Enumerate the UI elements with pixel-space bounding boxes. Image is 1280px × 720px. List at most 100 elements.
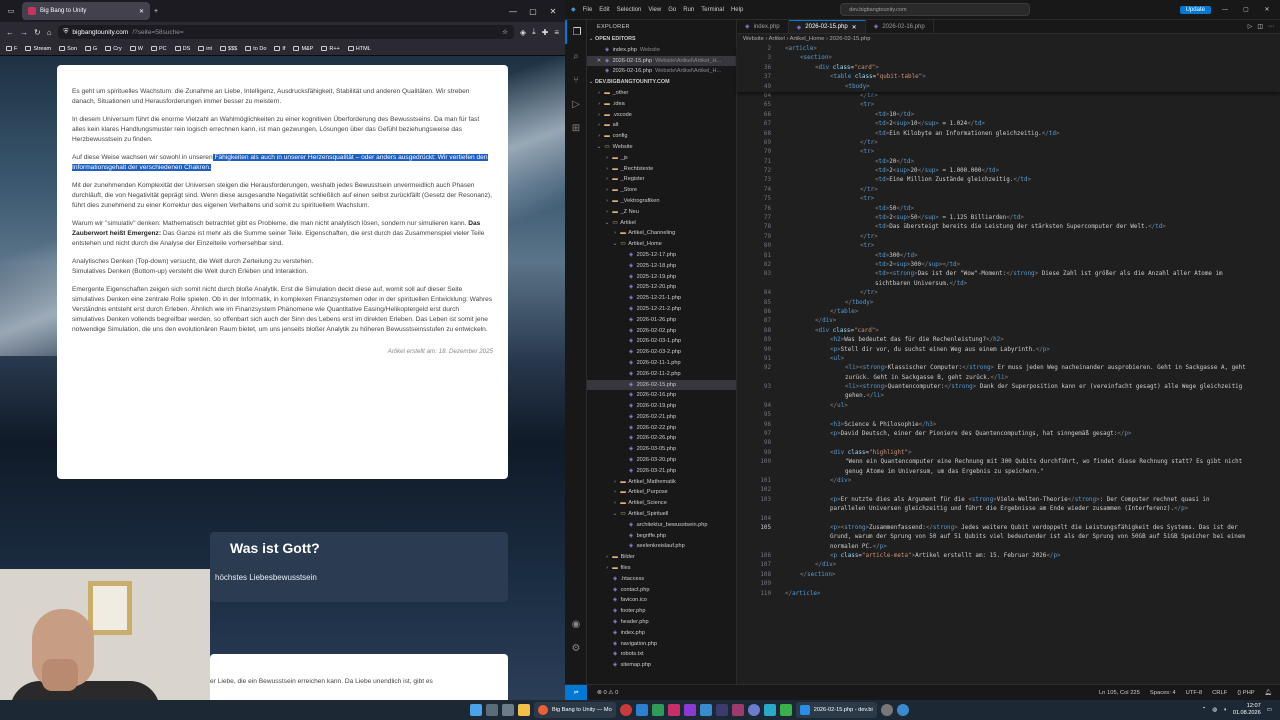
bookmark-item[interactable]: PC [150,46,167,52]
open-editors-section[interactable]: ⌄ OPEN EDITORS [587,34,736,45]
code-line[interactable]: 70 <tr> [737,148,1280,157]
code-line[interactable]: 92 <li><strong>Klassischer Computer:</str… [737,364,1280,373]
menu-item-selection[interactable]: Selection [617,7,642,13]
tray-chevron-icon[interactable]: ⌃ [1202,707,1207,713]
settings-gear-icon[interactable]: ⚙ [565,636,587,660]
code-line[interactable]: 65 <tr> [737,101,1280,110]
file-item[interactable]: ◈ 2025-12-19.php [587,272,736,283]
file-item[interactable]: ◈ 2026-01-26.php [587,315,736,326]
app-icon[interactable] [715,704,728,716]
reload-icon[interactable]: ↻ [34,28,41,37]
folder-item[interactable]: ⌄ ▭ Website [587,142,736,153]
file-item[interactable]: ◈ 2026-03-21.php [587,466,736,477]
code-editor[interactable]: 2 <article> 3 <section> 36 <div class="card">… [737,45,1280,599]
bookmark-item[interactable]: Cry [105,46,122,52]
code-line[interactable]: 100 "Wenn ein Quantencomputer eine Rechnu… [737,458,1280,467]
menu-item-go[interactable]: Go [668,7,676,13]
breadcrumb[interactable]: Website › Artikel › Artikel_Home › 2026-… [737,34,1280,45]
code-line[interactable]: 36 <div class="card"> [737,63,1280,74]
bookmark-item[interactable]: int [198,46,212,52]
open-editor-item[interactable]: ✕ ◈ 2026-02-15.php Website\Artikel\Artikel… [587,55,736,67]
remote-icon[interactable]: ⇌ [565,685,587,700]
menu-item-help[interactable]: Help [731,7,743,13]
menu-item-edit[interactable]: Edit [599,7,609,13]
folder-item[interactable]: › ▬ Artikel_Purpose [587,487,736,498]
code-line[interactable]: 69 </tr> [737,139,1280,148]
code-line[interactable]: 84 </tr> [737,289,1280,298]
encoding[interactable]: UTF-8 [1186,690,1202,696]
code-line[interactable]: 66 <td>10</td> [737,111,1280,120]
folder-item[interactable]: › ▬ Bilder [587,552,736,563]
forward-icon[interactable]: → [20,28,28,37]
file-item[interactable]: ◈ header.php [587,617,736,628]
notifications-icon[interactable]: 🔔︎ [1265,690,1272,696]
search-icon[interactable] [486,704,498,716]
file-item[interactable]: ◈ .htaccess [587,574,736,585]
bookmark-item[interactable]: G [84,46,97,52]
app-icon[interactable] [651,704,664,716]
app-icon[interactable] [779,704,792,716]
file-item[interactable]: ◈ architektur_bewusstsein.php [587,520,736,531]
folder-item[interactable]: › ▬ alt [587,120,736,131]
problems-status[interactable]: ⊗ 0 ⚠ 0 [597,690,618,696]
close-window-icon[interactable]: ✕ [1260,6,1274,13]
code-line[interactable]: 2 <article> [737,45,1280,55]
file-item[interactable]: ◈ navigation.php [587,639,736,650]
file-item[interactable]: ◈ 2026-02-15.php [587,379,736,391]
file-item[interactable]: ◈ footer.php [587,606,736,617]
file-item[interactable]: ◈ 2026-02-16.php [587,390,736,401]
bookmark-item[interactable]: Stream [25,46,51,52]
account-icon[interactable]: ◉ [565,612,587,636]
close-icon[interactable]: ✕ [852,24,857,31]
file-item[interactable]: ◈ begriffe.php [587,531,736,542]
bookmark-item[interactable]: F [6,46,17,52]
folder-item[interactable]: › ▬ .vscode [587,110,736,121]
folder-item[interactable]: › ▬ Artikel_Mathematik [587,477,736,488]
code-line[interactable]: 107 </div> [737,561,1280,570]
app-icon[interactable] [619,704,632,716]
app-icon[interactable] [763,704,776,716]
file-item[interactable]: ◈ 2026-02-26.php [587,433,736,444]
app-icon[interactable] [731,704,744,716]
code-line[interactable]: zurück. Geht in Sackgasse B, geht zurück… [737,374,1280,383]
code-line[interactable]: 86 </table> [737,308,1280,317]
bookmark-item[interactable]: $$$ [220,46,237,52]
code-line[interactable]: gehen.</li> [737,392,1280,401]
folder-item[interactable]: › ▬ _Z Neu [587,207,736,218]
code-line[interactable]: 89 <h2>Was bedeutet das für die Rechenlei… [737,336,1280,345]
code-line[interactable]: 82 <td>2<sup>300</sup></td> [737,261,1280,270]
code-line[interactable]: 105 <p><strong>Zusammenfassend:</strong> … [737,524,1280,533]
home-icon[interactable]: ⌂ [47,28,52,37]
folder-item[interactable]: › ▬ _Rechtstexte [587,164,736,175]
app-icon[interactable] [667,704,680,716]
app-icon[interactable] [747,704,760,716]
new-tab-icon[interactable]: + [154,8,158,15]
code-line[interactable]: 73 <td>Eine Million Zustände gleichzeitig… [737,176,1280,185]
maximize-icon[interactable]: ▢ [1239,6,1253,13]
editor-tab[interactable]: ◈ 2026-02-16.php [866,20,934,33]
code-line[interactable]: 104 [737,515,1280,524]
menu-icon[interactable]: ≡ [554,28,559,37]
command-center[interactable]: dev.bigbangtounity.com [840,3,1031,16]
url-bar[interactable]: ⛨ bigbangtounity.com/?seite=58suche= ☆ [57,25,514,39]
editor-tab[interactable]: ◈ index.php [737,20,789,33]
menu-item-run[interactable]: Run [683,7,694,13]
bookmark-item[interactable]: to Do [245,46,266,52]
close-window-icon[interactable]: ✕ [545,7,561,16]
bookmark-item[interactable]: If [274,46,285,52]
code-line[interactable]: 109 [737,580,1280,589]
back-icon[interactable]: ← [6,28,14,37]
code-line[interactable]: 75 <tr> [737,195,1280,204]
file-item[interactable]: ◈ 2025-12-18.php [587,261,736,272]
file-item[interactable]: ◈ 2026-02-11-1.php [587,358,736,369]
search-icon[interactable]: ⌕ [565,44,587,68]
code-line[interactable]: 74 </tr> [737,186,1280,195]
folder-item[interactable]: › ▬ Artikel_Science [587,498,736,509]
explorer-icon[interactable]: ❐ [565,20,587,44]
folder-item[interactable]: › ▬ _Register [587,174,736,185]
code-line[interactable]: 37 <table class="qubit-table"> [737,73,1280,83]
folder-item[interactable]: ⌄ ▭ Artikel_Home [587,239,736,250]
file-item[interactable]: ◈ seelenkreislauf.php [587,541,736,552]
folder-item[interactable]: ⌄ ▭ Artikel [587,218,736,229]
bookmark-item[interactable]: M&P [293,46,313,52]
